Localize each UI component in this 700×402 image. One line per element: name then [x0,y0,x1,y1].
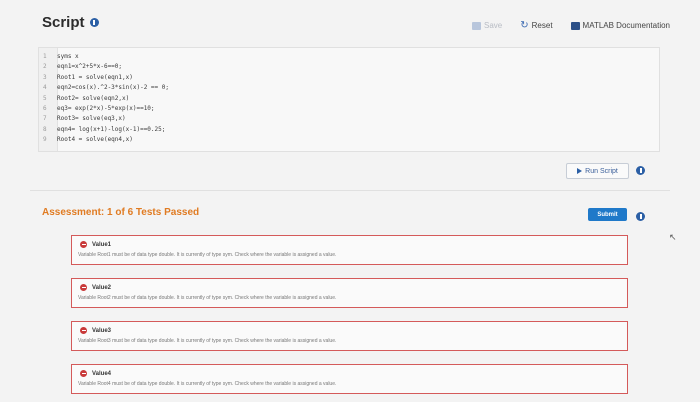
assessment-title: Assessment: 1 of 6 Tests Passed [42,207,200,218]
code-line: 8 eqn4= log(x+1)-log(x-1)==0.25; [43,125,169,135]
save-label: Save [484,21,503,30]
line-number: 1 [43,53,47,60]
code-text[interactable]: eqn1=x^2+5*x-6==0; [57,62,122,72]
line-number: 9 [43,136,47,144]
code-text[interactable]: eqn2=cos(x).^2-3*sin(x)-2 == 0; [57,83,169,93]
test-message: Variable Root1 must be of data type doub… [78,252,337,258]
test-message: Variable Root2 must be of data type doub… [78,295,337,301]
fail-icon [80,241,87,248]
code-line: 3 Root1 = solve(eqn1,x) [43,73,169,83]
code-text[interactable]: eqn4= log(x+1)-log(x-1)==0.25; [57,125,165,135]
test-result-card[interactable]: Value3 Variable Root3 must be of data ty… [71,321,628,351]
line-number: 3 [43,73,47,81]
line-number: 5 [43,94,47,102]
code-text[interactable]: syms x [57,52,79,62]
test-header: Value3 [80,327,111,334]
code-line: 9 Root4 = solve(eqn4,x) [43,135,169,145]
info-icon[interactable] [89,18,99,27]
submit-button[interactable]: Submit [588,208,627,221]
test-header: Value4 [80,370,111,377]
section-divider [30,190,670,191]
run-script-label: Run Script [585,167,618,175]
submit-help-icon[interactable] [636,212,645,221]
reset-label: Reset [531,21,553,30]
fail-icon [80,284,87,291]
save-button[interactable]: Save [472,21,502,30]
line-number: 8 [43,125,47,133]
toolbar: Save ↻ Reset MATLAB Documentation [472,20,670,31]
line-number: 4 [43,84,47,92]
line-number: 6 [43,105,47,113]
book-icon [570,21,580,30]
code-text[interactable]: Root3= solve(eq3,x) [57,114,126,124]
code-editor[interactable]: 1 syms x 2 eqn1=x^2+5*x-6==0; 3 Root1 = sol… [38,47,660,152]
fail-icon [80,327,87,334]
code-line: 2 eqn1=x^2+5*x-6==0; [43,62,169,72]
run-help-icon[interactable] [636,166,645,175]
line-number: 7 [43,115,47,123]
code-line: 1 syms x [43,52,169,62]
code-text[interactable]: Root2= solve(eqn2,x) [57,94,129,104]
code-text[interactable]: eq3= exp(2*x)-5*exp(x)==10; [57,104,155,114]
test-result-card[interactable]: Value1 Variable Root1 must be of data ty… [71,235,628,265]
reset-button[interactable]: ↻ Reset [520,20,552,31]
page-title: Script [42,14,85,31]
fail-icon [80,370,87,377]
script-page: Script Save ↻ Reset MATLAB Documentation… [0,0,700,402]
test-result-card[interactable]: Value2 Variable Root2 must be of data ty… [71,278,628,308]
code-text[interactable]: Root1 = solve(eqn1,x) [57,73,133,83]
test-name: Value1 [92,241,112,248]
mouse-cursor-icon: ↖ [669,232,677,242]
code-text[interactable]: Root4 = solve(eqn4,x) [57,135,133,145]
code-line: 4 eqn2=cos(x).^2-3*sin(x)-2 == 0; [43,83,169,93]
matlab-documentation-link[interactable]: MATLAB Documentation [570,21,670,30]
code-line: 7 Root3= solve(eq3,x) [43,114,169,124]
code-line: 6 eq3= exp(2*x)-5*exp(x)==10; [43,104,169,114]
code-lines: 1 syms x 2 eqn1=x^2+5*x-6==0; 3 Root1 = sol… [43,52,169,146]
test-message: Variable Root3 must be of data type doub… [78,338,337,344]
script-header: Script [42,14,99,31]
play-icon [577,168,583,174]
documentation-label: MATLAB Documentation [582,21,670,30]
code-line: 5 Root2= solve(eqn2,x) [43,94,169,104]
test-name: Value3 [92,327,112,334]
test-header: Value1 [80,241,111,248]
test-name: Value2 [92,284,112,291]
test-header: Value2 [80,284,111,291]
run-script-button[interactable]: Run Script [566,163,629,179]
reset-icon: ↻ [520,20,529,31]
save-icon [472,21,482,30]
line-number: 2 [43,63,47,71]
test-result-card[interactable]: Value4 Variable Root4 must be of data ty… [71,364,628,394]
test-message: Variable Root4 must be of data type doub… [78,381,337,387]
test-name: Value4 [92,370,112,377]
